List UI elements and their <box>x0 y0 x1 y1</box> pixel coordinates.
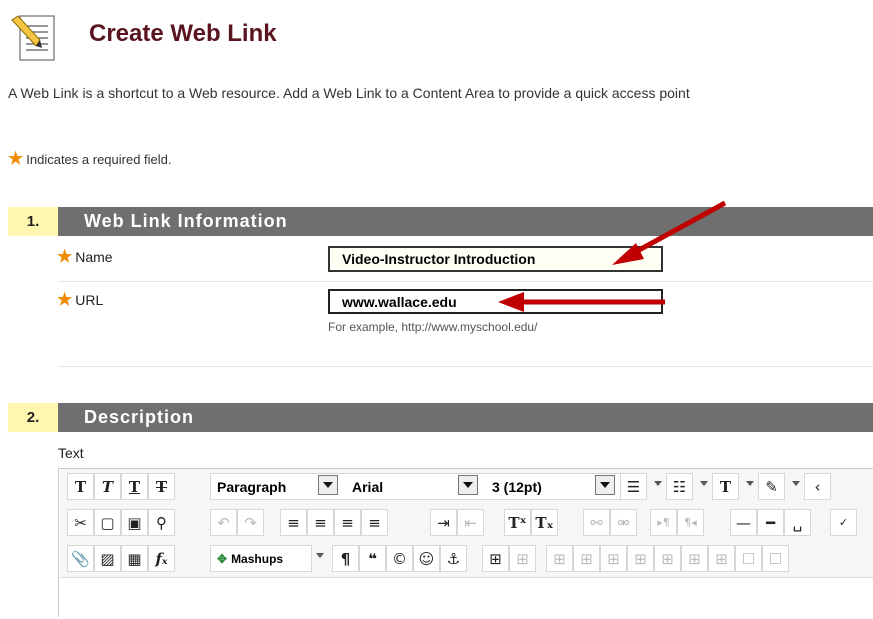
highlight-arrow-icon[interactable] <box>792 481 800 486</box>
undo-icon[interactable]: ↶ <box>210 509 237 536</box>
insert-col-before-icon[interactable]: ⊞ <box>654 545 681 572</box>
horizontal-line-icon[interactable]: — <box>730 509 757 536</box>
table-cell-props-icon[interactable]: ⊞ <box>546 545 573 572</box>
name-label-text: Name <box>75 249 113 265</box>
bullet-list-icon[interactable]: ☰ <box>620 473 647 500</box>
horizontal-rule-icon[interactable]: ━ <box>757 509 784 536</box>
section-header-web-link-information: Web Link Information <box>58 207 873 236</box>
redo-icon[interactable]: ↷ <box>237 509 264 536</box>
required-note: ★ Indicates a required field. <box>8 149 172 169</box>
unlink-icon[interactable]: ⚮ <box>610 509 637 536</box>
name-label: ★ Name <box>57 247 113 267</box>
text-label: Text <box>58 445 84 461</box>
merge-cells-icon[interactable]: ☐ <box>762 545 789 572</box>
divider <box>58 281 873 282</box>
required-star-icon: ★ <box>8 149 24 168</box>
align-right-icon[interactable]: ≡ <box>334 509 361 536</box>
step-number-2: 2. <box>8 403 58 432</box>
underline-icon[interactable]: T <box>121 473 148 500</box>
rtl-icon[interactable]: ¶◂ <box>677 509 704 536</box>
required-star-icon: ★ <box>57 247 73 266</box>
copy-icon[interactable]: ▢ <box>94 509 121 536</box>
numbered-list-arrow-icon[interactable] <box>700 481 708 486</box>
text-color-icon[interactable]: T <box>712 473 739 500</box>
bullet-list-arrow-icon[interactable] <box>654 481 662 486</box>
size-select-value: 3 (12pt) <box>492 478 542 495</box>
required-note-text: Indicates a required field. <box>26 152 172 167</box>
section-header-description: Description <box>58 403 873 432</box>
insert-media-icon[interactable]: ▦ <box>121 545 148 572</box>
text-editor: T T T T Paragraph Arial 3 (12pt) ☰ ☷ T ✎… <box>58 468 873 619</box>
font-dropdown-arrow-icon[interactable] <box>458 475 478 495</box>
arrow-to-url-icon <box>498 292 660 312</box>
page-title: Create Web Link <box>89 20 277 47</box>
spellcheck-icon[interactable]: ✓ <box>830 509 857 536</box>
size-dropdown-arrow-icon[interactable] <box>595 475 615 495</box>
align-left-icon[interactable]: ≡ <box>280 509 307 536</box>
strikethrough-icon[interactable]: T <box>148 473 175 500</box>
more-icon[interactable]: ‹ <box>804 473 831 500</box>
blockquote-icon[interactable]: ❝ <box>359 545 386 572</box>
superscript-icon[interactable]: Tˣ <box>504 509 531 536</box>
font-select-value: Arial <box>352 478 384 495</box>
arrow-to-name-icon <box>612 200 727 265</box>
url-label-text: URL <box>75 292 104 308</box>
text-color-arrow-icon[interactable] <box>746 481 754 486</box>
ltr-icon[interactable]: ▸¶ <box>650 509 677 536</box>
link-icon[interactable]: ⚯ <box>583 509 610 536</box>
align-center-icon[interactable]: ≡ <box>307 509 334 536</box>
outdent-icon[interactable]: ⇤ <box>457 509 484 536</box>
math-formula-icon[interactable]: fₓ <box>148 545 175 572</box>
step-number-1: 1. <box>8 207 58 236</box>
find-icon[interactable]: ⚲ <box>148 509 175 536</box>
numbered-list-icon[interactable]: ☷ <box>666 473 693 500</box>
url-label: ★ URL <box>57 290 103 310</box>
attach-file-icon[interactable]: 📎 <box>67 545 94 572</box>
paragraph-mark-icon[interactable]: ¶ <box>332 545 359 572</box>
justify-icon[interactable]: ≡ <box>361 509 388 536</box>
divider <box>58 366 873 367</box>
mashups-icon: ✥ <box>217 551 228 566</box>
insert-row-after-icon[interactable]: ⊞ <box>600 545 627 572</box>
emoticon-icon[interactable]: ☺ <box>413 545 440 572</box>
insert-table-icon[interactable]: ⊞ <box>482 545 509 572</box>
paragraph-select-value: Paragraph <box>217 478 287 495</box>
mashups-button[interactable]: ✥ Mashups <box>210 545 312 572</box>
insert-col-after-icon[interactable]: ⊞ <box>681 545 708 572</box>
mashups-label: Mashups <box>231 551 284 566</box>
table-row-props-icon[interactable]: ⊞ <box>509 545 536 572</box>
indent-icon[interactable]: ⇥ <box>430 509 457 536</box>
insert-image-icon[interactable]: ▨ <box>94 545 121 572</box>
editor-text-area[interactable] <box>60 579 873 619</box>
split-cells-icon[interactable]: ☐ <box>735 545 762 572</box>
bold-icon[interactable]: T <box>67 473 94 500</box>
anchor-icon[interactable]: ⚓ <box>440 545 467 572</box>
mashups-arrow-icon[interactable] <box>316 553 324 558</box>
delete-row-icon[interactable]: ⊞ <box>627 545 654 572</box>
required-star-icon: ★ <box>57 290 73 309</box>
toolbar-row-3: 📎 ▨ ▦ fₓ ✥ Mashups ¶ ❝ © ☺ ⚓ ⊞ ⊞ ⊞ ⊞ ⊞ ⊞ … <box>60 541 873 578</box>
nonbreaking-space-icon[interactable]: ␣ <box>784 509 811 536</box>
italic-icon[interactable]: T <box>94 473 121 500</box>
toolbar-row-2: ✂ ▢ ▣ ⚲ ↶ ↷ ≡ ≡ ≡ ≡ ⇥ ⇤ Tˣ Tₓ ⚯ ⚮ ▸¶ ¶◂ … <box>60 505 873 542</box>
paragraph-dropdown-arrow-icon[interactable] <box>318 475 338 495</box>
toolbar-row-1: T T T T Paragraph Arial 3 (12pt) ☰ ☷ T ✎… <box>60 469 873 506</box>
copyright-icon[interactable]: © <box>386 545 413 572</box>
delete-col-icon[interactable]: ⊞ <box>708 545 735 572</box>
page-icon <box>10 12 58 64</box>
cut-icon[interactable]: ✂ <box>67 509 94 536</box>
paste-icon[interactable]: ▣ <box>121 509 148 536</box>
intro-text: A Web Link is a shortcut to a Web resour… <box>8 85 690 101</box>
insert-row-before-icon[interactable]: ⊞ <box>573 545 600 572</box>
subscript-icon[interactable]: Tₓ <box>531 509 558 536</box>
highlight-icon[interactable]: ✎ <box>758 473 785 500</box>
